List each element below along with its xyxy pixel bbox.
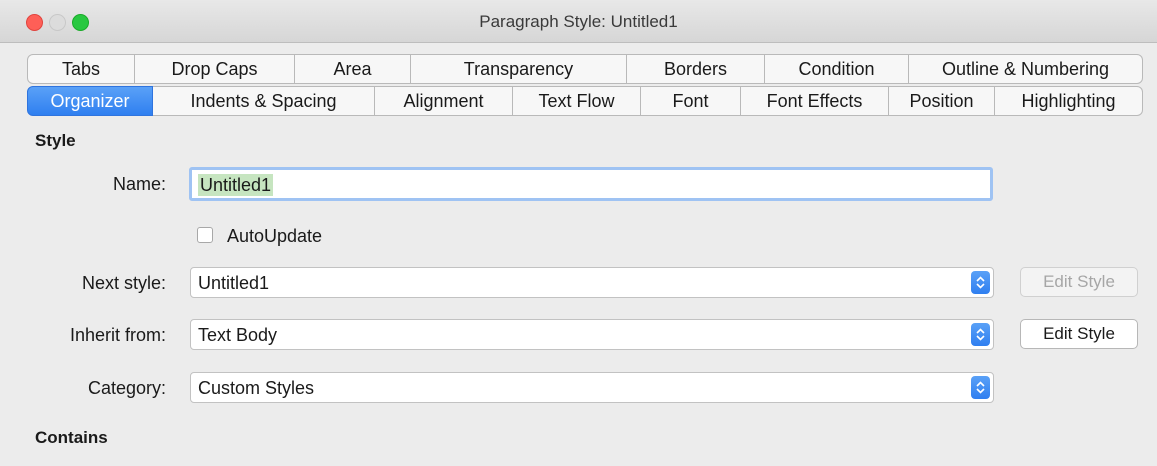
- dialog-window: Paragraph Style: Untitled1 Tabs Drop Cap…: [0, 0, 1157, 466]
- style-section-title: Style: [35, 131, 76, 150]
- tab-position[interactable]: Position: [889, 86, 995, 116]
- inherit-from-chevron-icon[interactable]: [971, 323, 990, 346]
- autoupdate-checkbox[interactable]: [197, 227, 213, 243]
- category-select[interactable]: Custom Styles: [190, 372, 994, 403]
- tab-row-1: Tabs Drop Caps Area Transparency Borders…: [27, 54, 1143, 84]
- inherit-from-edit-button[interactable]: Edit Style: [1020, 319, 1138, 349]
- tab-row-2: Organizer Indents & Spacing Alignment Te…: [27, 86, 1143, 116]
- category-label: Category:: [87, 378, 166, 398]
- tab-tabs[interactable]: Tabs: [27, 54, 135, 84]
- title-bar[interactable]: Paragraph Style: Untitled1: [0, 0, 1157, 43]
- category-chevron-icon[interactable]: [971, 376, 990, 399]
- tab-organizer[interactable]: Organizer: [27, 86, 153, 116]
- name-field[interactable]: Untitled1: [189, 167, 993, 201]
- tab-area[interactable]: Area: [295, 54, 411, 84]
- next-style-edit-button: Edit Style: [1020, 267, 1138, 297]
- name-label: Name:: [112, 174, 166, 194]
- tab-drop-caps[interactable]: Drop Caps: [135, 54, 295, 84]
- contains-section-title: Contains: [35, 428, 108, 447]
- tab-font[interactable]: Font: [641, 86, 741, 116]
- tab-indents-spacing[interactable]: Indents & Spacing: [153, 86, 375, 116]
- window-title: Paragraph Style: Untitled1: [479, 12, 678, 31]
- tab-font-effects[interactable]: Font Effects: [741, 86, 889, 116]
- tab-alignment[interactable]: Alignment: [375, 86, 513, 116]
- next-style-chevron-icon[interactable]: [971, 271, 990, 294]
- category-value: Custom Styles: [198, 378, 315, 398]
- tab-outline-numbering[interactable]: Outline & Numbering: [909, 54, 1143, 84]
- tab-highlighting[interactable]: Highlighting: [995, 86, 1143, 116]
- inherit-from-select[interactable]: Text Body: [190, 319, 994, 350]
- tab-condition[interactable]: Condition: [765, 54, 909, 84]
- inherit-from-value: Text Body: [198, 325, 278, 345]
- inherit-from-label: Inherit from:: [69, 325, 166, 345]
- next-style-label: Next style:: [81, 273, 166, 293]
- autoupdate-label[interactable]: AutoUpdate: [227, 226, 322, 247]
- tab-borders[interactable]: Borders: [627, 54, 765, 84]
- tab-transparency[interactable]: Transparency: [411, 54, 627, 84]
- name-field-value: Untitled1: [198, 174, 274, 196]
- tab-text-flow[interactable]: Text Flow: [513, 86, 641, 116]
- next-style-select[interactable]: Untitled1: [190, 267, 994, 298]
- next-style-value: Untitled1: [198, 273, 270, 293]
